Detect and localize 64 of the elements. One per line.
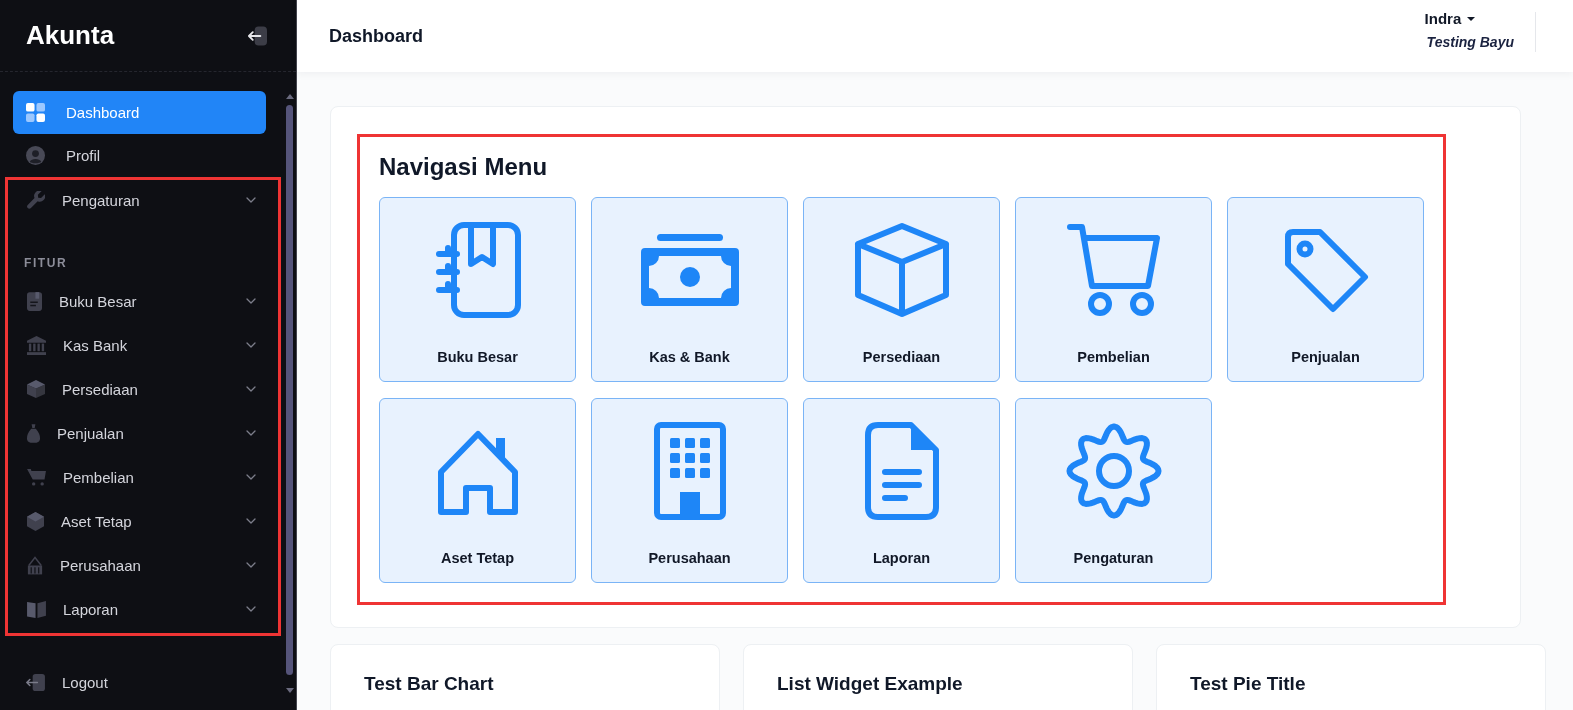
user-menu-button[interactable]: Indra bbox=[1424, 10, 1476, 27]
scroll-up-icon[interactable] bbox=[285, 94, 294, 99]
menu-tile[interactable]: Penjualan bbox=[1227, 197, 1424, 382]
page-title: Dashboard bbox=[329, 25, 424, 47]
cube-icon bbox=[27, 511, 44, 531]
open-book-icon bbox=[27, 600, 46, 618]
sidebar-item[interactable]: Dashboard bbox=[13, 91, 266, 134]
company-name: Testing Bayu bbox=[1425, 34, 1514, 50]
sidebar-item[interactable]: Buku Besar bbox=[8, 279, 278, 323]
collapse-sidebar-icon[interactable] bbox=[248, 25, 267, 46]
box-icon bbox=[27, 380, 45, 398]
menu-tile[interactable]: Aset Tetap bbox=[379, 398, 576, 583]
chevron-down-icon bbox=[246, 342, 256, 348]
chevron-down-icon bbox=[246, 474, 256, 480]
sidebar-item[interactable]: Profil bbox=[13, 134, 266, 177]
menu-tile[interactable]: Pembelian bbox=[1015, 197, 1212, 382]
notebook-icon bbox=[434, 222, 521, 318]
section-heading: FITUR bbox=[24, 255, 68, 272]
sidebar-item[interactable]: Perusahaan bbox=[8, 543, 278, 587]
menu-tile[interactable]: Kas & Bank bbox=[591, 197, 788, 382]
sidebar-item[interactable]: Aset Tetap bbox=[8, 499, 278, 543]
menu-tile[interactable]: Persediaan bbox=[803, 197, 1000, 382]
sidebar-item[interactable]: Pembelian bbox=[8, 455, 278, 499]
logout-link[interactable]: Logout bbox=[13, 660, 266, 704]
cube-icon bbox=[853, 222, 950, 318]
chevron-down-icon bbox=[246, 562, 256, 568]
chevron-down-icon bbox=[246, 518, 256, 524]
widget-title: Test Bar Chart bbox=[364, 672, 494, 696]
sidebar-item[interactable]: Laporan bbox=[8, 587, 278, 631]
money-bag-icon bbox=[27, 423, 40, 443]
menu-tile[interactable]: Laporan bbox=[803, 398, 1000, 583]
book-icon bbox=[27, 291, 42, 311]
widget-title: Test Pie Title bbox=[1190, 672, 1306, 696]
section-title: Navigasi Menu bbox=[379, 152, 549, 182]
chevron-down-icon bbox=[246, 430, 256, 436]
sidebar-item[interactable]: Pengaturan bbox=[8, 180, 278, 220]
chevron-down-icon bbox=[246, 298, 256, 304]
bank-icon bbox=[27, 335, 46, 355]
logout-icon bbox=[26, 673, 45, 691]
wrench-icon bbox=[27, 191, 45, 209]
chevron-down-icon bbox=[246, 197, 256, 203]
chevron-down-icon bbox=[246, 386, 256, 392]
brand-name: Akunta bbox=[26, 20, 115, 51]
document-icon bbox=[864, 422, 939, 520]
user-icon bbox=[26, 146, 45, 165]
sidebar-item[interactable]: Kas Bank bbox=[8, 323, 278, 367]
menu-tile[interactable]: Perusahaan bbox=[591, 398, 788, 583]
cart-icon bbox=[1066, 224, 1161, 316]
building-icon bbox=[27, 555, 43, 575]
scrollbar-thumb[interactable] bbox=[286, 105, 293, 675]
menu-tile[interactable]: Buku Besar bbox=[379, 197, 576, 382]
widget-title: List Widget Example bbox=[777, 672, 963, 696]
building-icon bbox=[653, 422, 726, 520]
sidebar-item[interactable]: Persediaan bbox=[8, 367, 278, 411]
caret-icon bbox=[1467, 16, 1476, 21]
chevron-down-icon bbox=[246, 606, 256, 612]
cart-icon bbox=[27, 468, 46, 486]
sidebar-item[interactable]: Penjualan bbox=[8, 411, 278, 455]
dashboard-grid-icon bbox=[26, 103, 45, 122]
banknote-icon bbox=[640, 234, 739, 306]
scroll-down-icon[interactable] bbox=[285, 688, 294, 693]
gear-icon bbox=[1065, 423, 1162, 519]
menu-tile[interactable]: Pengaturan bbox=[1015, 398, 1212, 583]
tag-icon bbox=[1282, 227, 1369, 313]
